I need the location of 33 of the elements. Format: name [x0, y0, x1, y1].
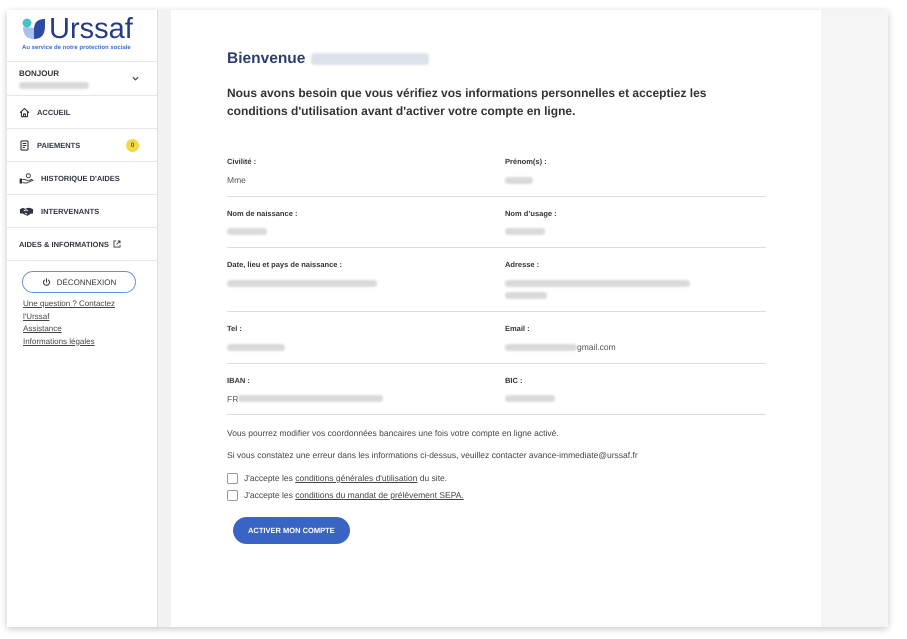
power-icon — [42, 278, 51, 286]
handshake-icon — [19, 206, 34, 216]
terms-link[interactable]: conditions générales d'utilisation — [295, 473, 418, 483]
logo-text: Urssaf — [49, 15, 133, 43]
consent-text: J'accepte les conditions générales d'utilisation du site. — [244, 473, 448, 483]
field-value: gmail.com — [577, 341, 616, 354]
hand-coin-icon — [19, 172, 34, 184]
intro-text: Nous avons besoin que vous vérifiez vos informations personnelles et acceptiez les conditions d'utilisation avant d'activer votre compte en ligne. — [227, 85, 708, 120]
blurred-text — [505, 395, 555, 402]
terms-link[interactable]: conditions du mandat de prélèvement SEPA. — [295, 490, 464, 500]
blurred-text — [505, 344, 577, 351]
blurred-text — [505, 292, 547, 300]
home-icon — [19, 106, 30, 118]
logo-mark-icon — [22, 18, 46, 40]
info-text: Vous pourrez modifier vos coordonnées bancaires une fois votre compte en ligne activé. — [227, 427, 560, 439]
blurred-text — [505, 176, 533, 184]
field-value: FR — [227, 392, 238, 405]
info-text: Si vous constatez une erreur dans les informations ci-dessus, veuillez contacter avance-immediate@urssaf.fr — [227, 449, 639, 461]
blurred-text — [227, 228, 267, 236]
document-icon — [19, 140, 30, 150]
blurred-text — [505, 228, 545, 236]
blurred-text — [227, 344, 285, 351]
field-value: Mme — [227, 174, 246, 186]
welcome-title: Bienvenue — [227, 50, 306, 68]
blurred-text — [19, 82, 89, 88]
consent-text: J'accepte les conditions du mandat de prélèvement SEPA. — [244, 490, 464, 500]
checkbox[interactable] — [227, 490, 238, 500]
sidebar-link[interactable]: Informations légales — [23, 336, 95, 348]
checkbox[interactable] — [227, 472, 238, 484]
sidebar-link[interactable]: Assistance — [23, 323, 62, 336]
logout-button[interactable]: DÉCONNEXION — [22, 271, 136, 293]
sidebar-link[interactable]: Une question ? Contactez l'Urssaf — [23, 298, 133, 323]
external-link-icon — [112, 240, 121, 248]
